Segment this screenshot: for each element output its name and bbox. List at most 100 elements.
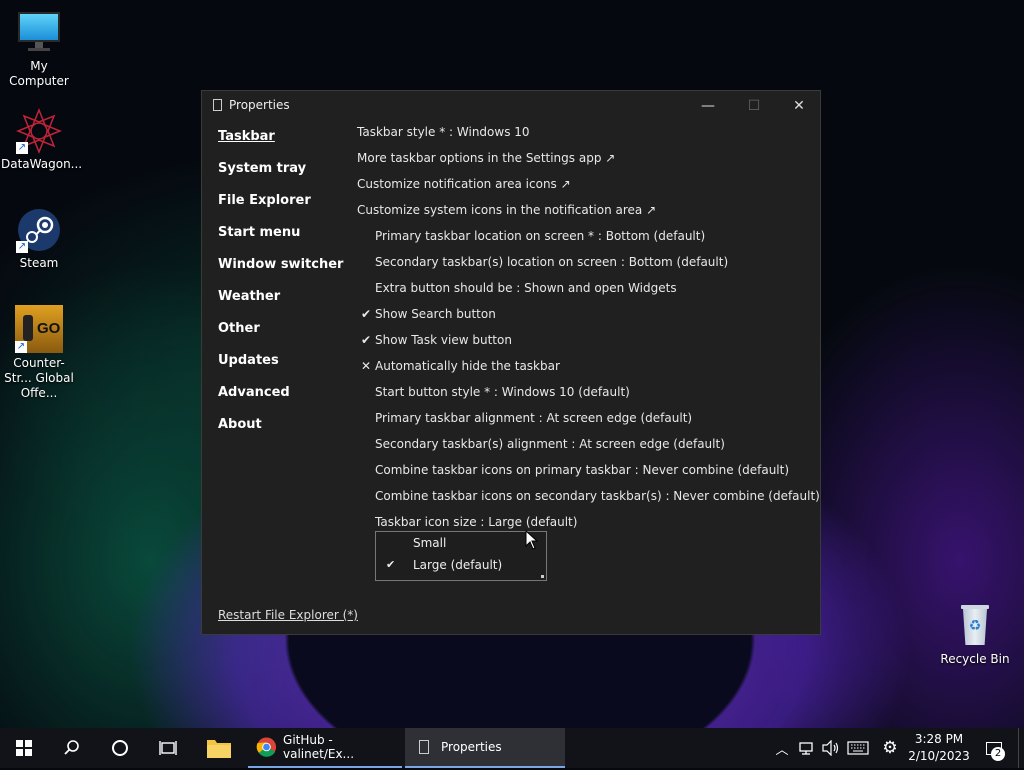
resize-grip-icon <box>541 575 544 578</box>
nav-item-window-switcher[interactable]: Window switcher <box>218 257 358 289</box>
search-button[interactable] <box>48 728 96 768</box>
setting-label: Combine taskbar icons on primary taskbar… <box>375 463 790 477</box>
maximize-button[interactable]: ☐ <box>731 91 777 121</box>
close-button[interactable]: ✕ <box>776 91 822 121</box>
properties-app-icon <box>419 740 429 754</box>
desktop-icon-label: Recycle Bin <box>940 652 1010 666</box>
restart-explorer-link[interactable]: Restart File Explorer (*) <box>218 608 358 622</box>
setting-label: Show Search button <box>375 307 496 321</box>
nav-item-other[interactable]: Other <box>218 321 358 353</box>
file-explorer-button[interactable] <box>196 728 242 770</box>
shortcut-arrow-icon: ↗ <box>16 142 28 154</box>
link-settings-app[interactable]: More taskbar options in the Settings app… <box>357 151 817 177</box>
title-bar[interactable]: Properties — ☐ ✕ <box>202 91 820 121</box>
checkmark-icon: ✔ <box>360 307 372 321</box>
setting-label: Show Task view button <box>375 333 512 347</box>
setting-show-task-view[interactable]: ✔ Show Task view button <box>357 333 817 359</box>
nav-item-system-tray[interactable]: System tray <box>218 161 358 193</box>
setting-label: Start button style * : Windows 10 (defau… <box>375 385 630 399</box>
nav-item-start-menu[interactable]: Start menu <box>218 225 358 257</box>
link-notification-area-icons[interactable]: Customize notification area icons ↗ <box>357 177 817 203</box>
checkmark-icon: ✔ <box>360 333 372 347</box>
folder-icon <box>207 740 231 758</box>
recycle-bin-icon: ♻ <box>952 603 998 649</box>
setting-taskbar-style[interactable]: Taskbar style * : Windows 10 <box>357 125 817 151</box>
setting-secondary-location[interactable]: Secondary taskbar(s) location on screen … <box>357 255 817 281</box>
cortana-button[interactable] <box>96 728 144 768</box>
desktop-icon-csgo[interactable]: GO ↗ Counter-Str... Global Offe... <box>1 305 77 401</box>
clock-time: 3:28 PM <box>914 732 964 746</box>
link-system-icons[interactable]: Customize system icons in the notificati… <box>357 203 817 229</box>
option-label: Small <box>413 536 447 550</box>
taskbar-app-label: Properties <box>441 740 502 754</box>
steam-logo-icon: ↗ <box>16 207 62 253</box>
properties-window: Properties — ☐ ✕ Taskbar System tray Fil… <box>201 90 821 635</box>
taskbar-app-chrome[interactable]: GitHub - valinet/Ex... <box>248 728 402 768</box>
action-center-button[interactable]: 2 <box>975 728 1013 768</box>
desktop-icon-steam[interactable]: ↗ Steam <box>1 207 77 271</box>
nav-item-weather[interactable]: Weather <box>218 289 358 321</box>
chrome-icon <box>256 737 277 757</box>
task-view-icon <box>159 741 177 755</box>
nav-item-file-explorer[interactable]: File Explorer <box>218 193 358 225</box>
start-button[interactable] <box>0 728 48 768</box>
mouse-cursor-icon <box>525 529 539 554</box>
taskbar-app-label: GitHub - valinet/Ex... <box>283 733 355 761</box>
minimize-button[interactable]: — <box>685 91 731 121</box>
icon-size-dropdown[interactable]: Small ✔ Large (default) <box>375 531 547 581</box>
network-icon <box>799 742 813 755</box>
dropdown-option-large[interactable]: ✔ Large (default) <box>376 554 546 576</box>
nav-item-updates[interactable]: Updates <box>218 353 358 385</box>
task-view-button[interactable] <box>144 728 192 768</box>
monitor-icon <box>16 10 62 56</box>
datawagon-logo-icon: ↗ <box>15 107 63 155</box>
sidebar-nav: Taskbar System tray File Explorer Start … <box>218 129 358 449</box>
cortana-icon <box>112 740 128 756</box>
app-icon <box>213 99 222 111</box>
desktop-icon-datawagon[interactable]: ↗ DataWagon... <box>1 107 83 172</box>
speaker-icon <box>822 740 839 756</box>
input-indicator-button[interactable] <box>845 728 871 768</box>
setting-secondary-alignment[interactable]: Secondary taskbar(s) alignment : At scre… <box>357 437 817 463</box>
nav-item-advanced[interactable]: Advanced <box>218 385 358 417</box>
show-desktop-button[interactable] <box>1018 728 1024 768</box>
show-hidden-icons-button[interactable]: ︿ <box>772 728 792 768</box>
setting-auto-hide[interactable]: ✕ Automatically hide the taskbar <box>357 359 817 385</box>
nav-item-about[interactable]: About <box>218 417 358 449</box>
clock[interactable]: 3:28 PM 2/10/2023 <box>908 731 970 765</box>
desktop-icon-label: My Computer <box>9 59 69 88</box>
network-button[interactable] <box>795 728 817 768</box>
setting-extra-button[interactable]: Extra button should be : Shown and open … <box>357 281 817 307</box>
setting-label: Extra button should be : Shown and open … <box>375 281 677 295</box>
setting-combine-secondary[interactable]: Combine taskbar icons on secondary taskb… <box>357 489 820 515</box>
setting-start-button-style[interactable]: Start button style * : Windows 10 (defau… <box>357 385 817 411</box>
desktop-icon-my-computer[interactable]: My Computer <box>1 10 77 89</box>
setting-label: Taskbar style * : Windows 10 <box>357 125 530 139</box>
setting-label: Taskbar icon size : Large (default) <box>375 515 578 529</box>
volume-button[interactable] <box>820 728 842 768</box>
setting-primary-alignment[interactable]: Primary taskbar alignment : At screen ed… <box>357 411 817 437</box>
setting-label: More taskbar options in the Settings app… <box>357 151 616 165</box>
dropdown-option-small[interactable]: Small <box>376 532 546 554</box>
settings-list: Taskbar style * : Windows 10 More taskba… <box>357 125 820 541</box>
setting-label: Customize notification area icons ↗ <box>357 177 571 191</box>
desktop-icon-label: DataWagon... <box>1 157 83 171</box>
keyboard-icon <box>847 741 869 755</box>
nav-item-taskbar[interactable]: Taskbar <box>218 129 358 161</box>
setting-combine-primary[interactable]: Combine taskbar icons on primary taskbar… <box>357 463 817 489</box>
option-label: Large (default) <box>413 558 503 572</box>
setting-label: Primary taskbar alignment : At screen ed… <box>375 411 693 425</box>
setting-primary-location[interactable]: Primary taskbar location on screen * : B… <box>357 229 817 255</box>
setting-show-search[interactable]: ✔ Show Search button <box>357 307 817 333</box>
csgo-logo-icon: GO ↗ <box>15 305 63 353</box>
desktop-icon-recycle-bin[interactable]: ♻ Recycle Bin <box>937 603 1013 667</box>
settings-button[interactable]: ⚙ <box>878 728 902 768</box>
chevron-up-icon: ︿ <box>775 742 789 758</box>
taskbar-app-properties[interactable]: Properties <box>405 728 565 768</box>
shortcut-arrow-icon: ↗ <box>16 241 28 253</box>
desktop-icon-label: Steam <box>19 256 59 270</box>
notification-count-badge: 2 <box>991 747 1005 761</box>
setting-label: Customize system icons in the notificati… <box>357 203 657 217</box>
window-title: Properties <box>229 98 290 112</box>
checkmark-icon: ✔ <box>386 558 396 571</box>
